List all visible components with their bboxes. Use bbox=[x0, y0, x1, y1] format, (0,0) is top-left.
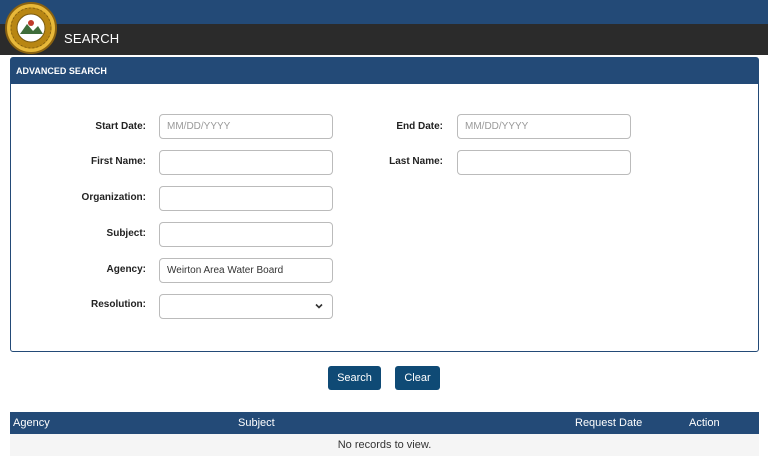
column-request-date[interactable]: Request Date bbox=[575, 417, 642, 429]
subject-label: Subject: bbox=[106, 228, 146, 239]
clear-button[interactable]: Clear bbox=[395, 366, 440, 390]
column-agency[interactable]: Agency bbox=[13, 417, 50, 429]
results-table-header: Agency Subject Request Date Action bbox=[10, 412, 759, 434]
seal-icon[interactable] bbox=[5, 2, 57, 54]
agency-input[interactable] bbox=[159, 258, 333, 283]
start-date-label: Start Date: bbox=[95, 121, 146, 132]
title-bar: SEARCH bbox=[0, 24, 768, 55]
agency-label: Agency: bbox=[106, 264, 146, 275]
chevron-down-icon bbox=[315, 303, 323, 309]
end-date-label: End Date: bbox=[396, 121, 443, 132]
resolution-select[interactable] bbox=[159, 294, 333, 319]
first-name-label: First Name: bbox=[90, 156, 146, 167]
column-subject[interactable]: Subject bbox=[238, 417, 275, 429]
search-button[interactable]: Search bbox=[328, 366, 381, 390]
top-bar bbox=[0, 0, 768, 24]
empty-results-message: No records to view. bbox=[10, 434, 759, 456]
column-action[interactable]: Action bbox=[689, 417, 720, 429]
panel-title: ADVANCED SEARCH bbox=[11, 58, 758, 84]
organization-input[interactable] bbox=[159, 186, 333, 211]
last-name-input[interactable] bbox=[457, 150, 631, 175]
end-date-input[interactable] bbox=[457, 114, 631, 139]
subject-input[interactable] bbox=[159, 222, 333, 247]
page-title: SEARCH bbox=[64, 31, 120, 46]
organization-label: Organization: bbox=[81, 192, 146, 203]
last-name-label: Last Name: bbox=[389, 156, 443, 167]
resolution-label: Resolution: bbox=[91, 299, 146, 310]
